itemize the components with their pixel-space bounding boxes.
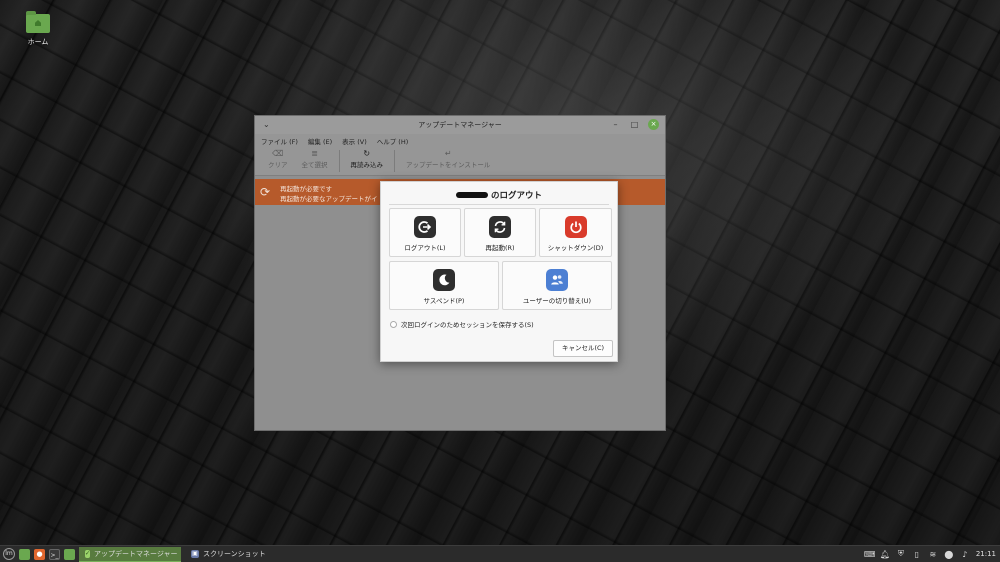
- shutdown-button[interactable]: シャットダウン(D): [539, 208, 612, 257]
- notification-bell-icon[interactable]: 🔔︎: [880, 550, 890, 559]
- taskbar-app-update-manager[interactable]: ✓ アップデートマネージャー: [79, 546, 181, 562]
- install-label: アップデートをインストール: [406, 161, 491, 169]
- clear-icon: ⌫: [272, 149, 284, 158]
- taskbar-app-screenshot[interactable]: ▣ スクリーンショット: [185, 547, 272, 562]
- screenshot-app-icon: ▣: [191, 550, 199, 558]
- shutdown-label: シャットダウン(D): [547, 244, 604, 252]
- window-title: アップデートマネージャー: [418, 121, 502, 129]
- clipboard-icon[interactable]: ▯: [912, 550, 922, 559]
- toolbar-separator: [338, 150, 340, 172]
- save-session-option[interactable]: 次回ログインのためセッションを保存する(S): [390, 319, 534, 329]
- toolbar-separator: [394, 150, 395, 172]
- menu-file[interactable]: ファイル (F): [261, 136, 298, 146]
- dialog-title: のログアウト: [381, 189, 617, 201]
- restart-label: 再起動(R): [485, 244, 515, 252]
- cancel-button[interactable]: キャンセル(C): [553, 340, 613, 357]
- logout-button[interactable]: ログアウト(L): [389, 208, 461, 257]
- desktop-icon-home[interactable]: ホーム: [20, 11, 56, 47]
- select-all-icon: ≣: [311, 149, 318, 158]
- moon-icon: [433, 269, 455, 291]
- suspend-label: サスペンド(P): [423, 297, 465, 305]
- menu-edit[interactable]: 編集 (E): [308, 136, 332, 146]
- dialog-title-text: のログアウト: [490, 191, 542, 201]
- save-session-label: 次回ログインのためセッションを保存する(S): [401, 321, 534, 329]
- banner-message: 再起動が必要なアップデートがイ: [280, 195, 378, 203]
- refresh-label: 再読み込み: [350, 161, 384, 169]
- menu-help[interactable]: ヘルプ (H): [377, 136, 409, 146]
- clear-label: クリア: [268, 161, 288, 169]
- keyboard-icon[interactable]: ⌨: [864, 550, 876, 559]
- volume-icon[interactable]: ♪: [960, 550, 970, 559]
- taskbar-app-label: アップデートマネージャー: [94, 549, 178, 558]
- update-manager-app-icon: ✓: [85, 549, 91, 558]
- save-session-checkbox[interactable]: [390, 320, 397, 328]
- update-icon[interactable]: ⬤: [944, 550, 954, 559]
- restart-button[interactable]: 再起動(R): [464, 208, 536, 257]
- logout-label: ログアウト(L): [404, 244, 446, 252]
- toolbar: ⌫ クリア ≣ 全て選択 ↻ 再読み込み ↵ アップデートをインストール: [255, 148, 665, 176]
- switch-user-button[interactable]: ユーザーの切り替え(U): [502, 261, 612, 310]
- select-all-button[interactable]: ≣ 全て選択: [297, 148, 333, 170]
- banner-title: 再起動が必要です: [280, 185, 332, 193]
- close-icon[interactable]: ×: [648, 119, 659, 130]
- redacted-username: [455, 191, 488, 198]
- logout-icon: [414, 216, 436, 238]
- logout-dialog: のログアウト ログアウト(L) 再起動(R) シャットダウン(D) サスペンド(…: [380, 181, 618, 362]
- mint-menu-icon[interactable]: lm: [3, 548, 15, 560]
- dialog-separator: [389, 204, 609, 205]
- users-icon: [546, 269, 568, 291]
- install-updates-button[interactable]: ↵ アップデートをインストール: [401, 148, 495, 170]
- menu-view[interactable]: 表示 (V): [342, 136, 367, 146]
- terminal-icon[interactable]: >_: [49, 548, 60, 560]
- refresh-button[interactable]: ↻ 再読み込み: [346, 148, 389, 170]
- restart-icon: [489, 216, 511, 238]
- clock[interactable]: 21:11: [976, 550, 996, 558]
- desktop-icon-label: ホーム: [27, 38, 49, 46]
- shield-icon[interactable]: ⛨: [896, 549, 906, 559]
- menubar: ファイル (F) 編集 (E) 表示 (V) ヘルプ (H): [255, 134, 665, 148]
- window-titlebar[interactable]: ⌄ アップデートマネージャー – □ ×: [255, 116, 665, 134]
- switch-user-label: ユーザーの切り替え(U): [522, 297, 592, 305]
- install-icon: ↵: [444, 149, 452, 158]
- minimize-icon[interactable]: –: [610, 119, 621, 130]
- refresh-icon: ↻: [363, 149, 371, 158]
- network-wifi-icon[interactable]: ≋: [928, 550, 938, 559]
- show-desktop-icon[interactable]: [19, 548, 30, 560]
- maximize-icon[interactable]: □: [629, 119, 640, 130]
- firefox-icon[interactable]: ●: [34, 548, 45, 560]
- home-folder-icon: [26, 11, 50, 33]
- power-icon: [564, 216, 587, 238]
- files-icon[interactable]: [64, 548, 75, 560]
- taskbar-app-label: スクリーンショット: [203, 550, 266, 558]
- window-menu-icon[interactable]: ⌄: [263, 116, 270, 134]
- restart-icon: ⟳: [260, 185, 271, 199]
- select-all-label: 全て選択: [301, 161, 328, 169]
- clear-button[interactable]: ⌫ クリア: [263, 148, 293, 170]
- taskbar: lm ● >_ ✓ アップデートマネージャー ▣ スクリーンショット ⌨ 🔔︎ …: [0, 545, 1000, 562]
- suspend-button[interactable]: サスペンド(P): [389, 261, 499, 310]
